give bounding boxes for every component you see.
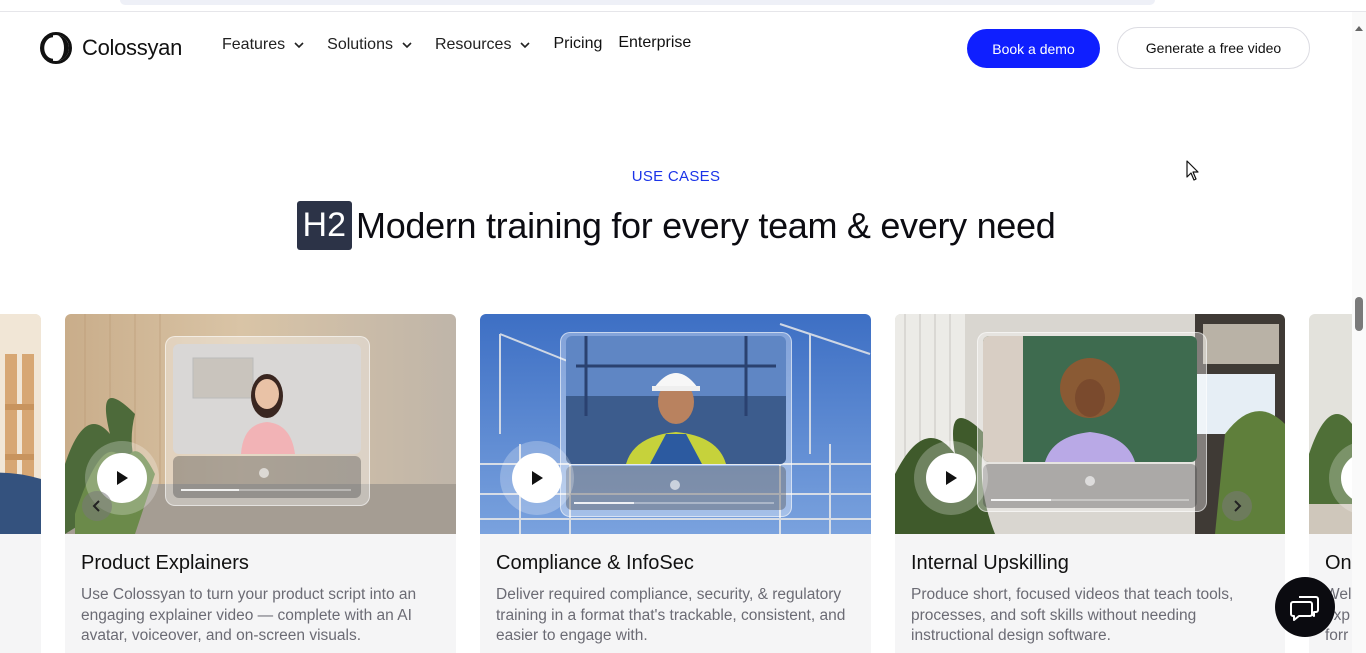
chevron-right-icon [1234, 500, 1242, 512]
card-body: Compliance & InfoSec Deliver required co… [480, 534, 871, 653]
card-title: Product Explainers [81, 552, 249, 574]
generate-free-video-button[interactable]: Generate a free video [1117, 27, 1310, 69]
card-title: Compliance & InfoSec [496, 552, 694, 574]
chevron-down-icon [402, 42, 412, 49]
menu-pricing[interactable]: Pricing [553, 35, 602, 53]
chevron-down-icon [294, 42, 304, 49]
card-description: Produce short, focused videos that teach… [911, 586, 1234, 644]
card-image [895, 314, 1285, 534]
card-description: Use Colossyan to turn your product scrip… [81, 586, 417, 644]
card-description: Deliver required compliance, security, &… [496, 586, 846, 644]
play-icon [946, 471, 957, 485]
menu-features[interactable]: Features [222, 36, 305, 54]
video-screen [173, 344, 361, 454]
menu-enterprise[interactable]: Enterprise [618, 34, 691, 52]
section-title: Modern training for every team & every n… [356, 204, 1056, 246]
video-screen [566, 336, 786, 464]
scroll-up-arrow-icon[interactable] [1355, 26, 1363, 31]
use-case-card-product-explainers[interactable]: Product Explainers Use Colossyan to turn… [65, 314, 456, 653]
chevron-down-icon [520, 42, 531, 49]
card-image [1309, 314, 1352, 534]
card-body: Internal Upskilling Produce short, focus… [895, 534, 1285, 653]
play-button[interactable] [926, 453, 976, 503]
previous-section-bar [120, 0, 1155, 5]
carousel-prev-button[interactable] [82, 491, 112, 521]
menu-resources[interactable]: Resources [435, 36, 531, 54]
play-icon [117, 471, 128, 485]
video-controls [983, 464, 1197, 508]
heading-level-badge: H2 [296, 201, 352, 250]
section-heading: H2 Modern training for every team & ever… [0, 201, 1352, 250]
chat-launcher-button[interactable] [1275, 577, 1335, 637]
card-body: Product Explainers Use Colossyan to turn… [65, 534, 456, 653]
brand-name: Colossyan [82, 35, 183, 60]
previous-section-edge [0, 0, 1366, 12]
video-controls [173, 456, 361, 498]
card-image [0, 314, 41, 534]
section-eyebrow: USE CASES [631, 168, 721, 185]
card-title: Internal Upskilling [911, 552, 1069, 574]
brand-logo[interactable]: Colossyan [40, 32, 182, 64]
card-image [65, 314, 456, 534]
use-case-card-internal-upskilling[interactable]: Internal Upskilling Produce short, focus… [895, 314, 1285, 653]
mouse-cursor-icon [1186, 160, 1199, 181]
colossyan-logo-icon [40, 32, 72, 64]
menu-resources-label: Resources [434, 36, 512, 53]
chevron-left-icon [92, 500, 100, 512]
menu-solutions[interactable]: Solutions [327, 36, 413, 54]
use-case-card-compliance-infosec[interactable]: Compliance & InfoSec Deliver required co… [480, 314, 871, 653]
video-controls [566, 466, 786, 510]
menu-solutions-label: Solutions [327, 36, 393, 53]
main-menu: Features Solutions Resources Pricing Ent… [222, 34, 707, 54]
use-case-carousel: Product Explainers Use Colossyan to turn… [0, 314, 1352, 653]
card-title: On [1325, 552, 1352, 574]
video-screen [983, 336, 1197, 462]
card-image [480, 314, 871, 534]
chat-bubble-icon [1290, 596, 1319, 621]
play-button[interactable] [512, 453, 562, 503]
carousel-next-button[interactable] [1222, 491, 1252, 521]
menu-features-label: Features [222, 36, 286, 53]
book-demo-button[interactable]: Book a demo [967, 29, 1100, 68]
use-case-card-partial-left[interactable] [0, 314, 41, 653]
top-navbar: Colossyan Features Solutions Resources P… [0, 12, 1352, 84]
play-icon [532, 471, 543, 485]
page-scrollbar[interactable] [1352, 12, 1366, 653]
scrollbar-thumb[interactable] [1355, 297, 1363, 331]
